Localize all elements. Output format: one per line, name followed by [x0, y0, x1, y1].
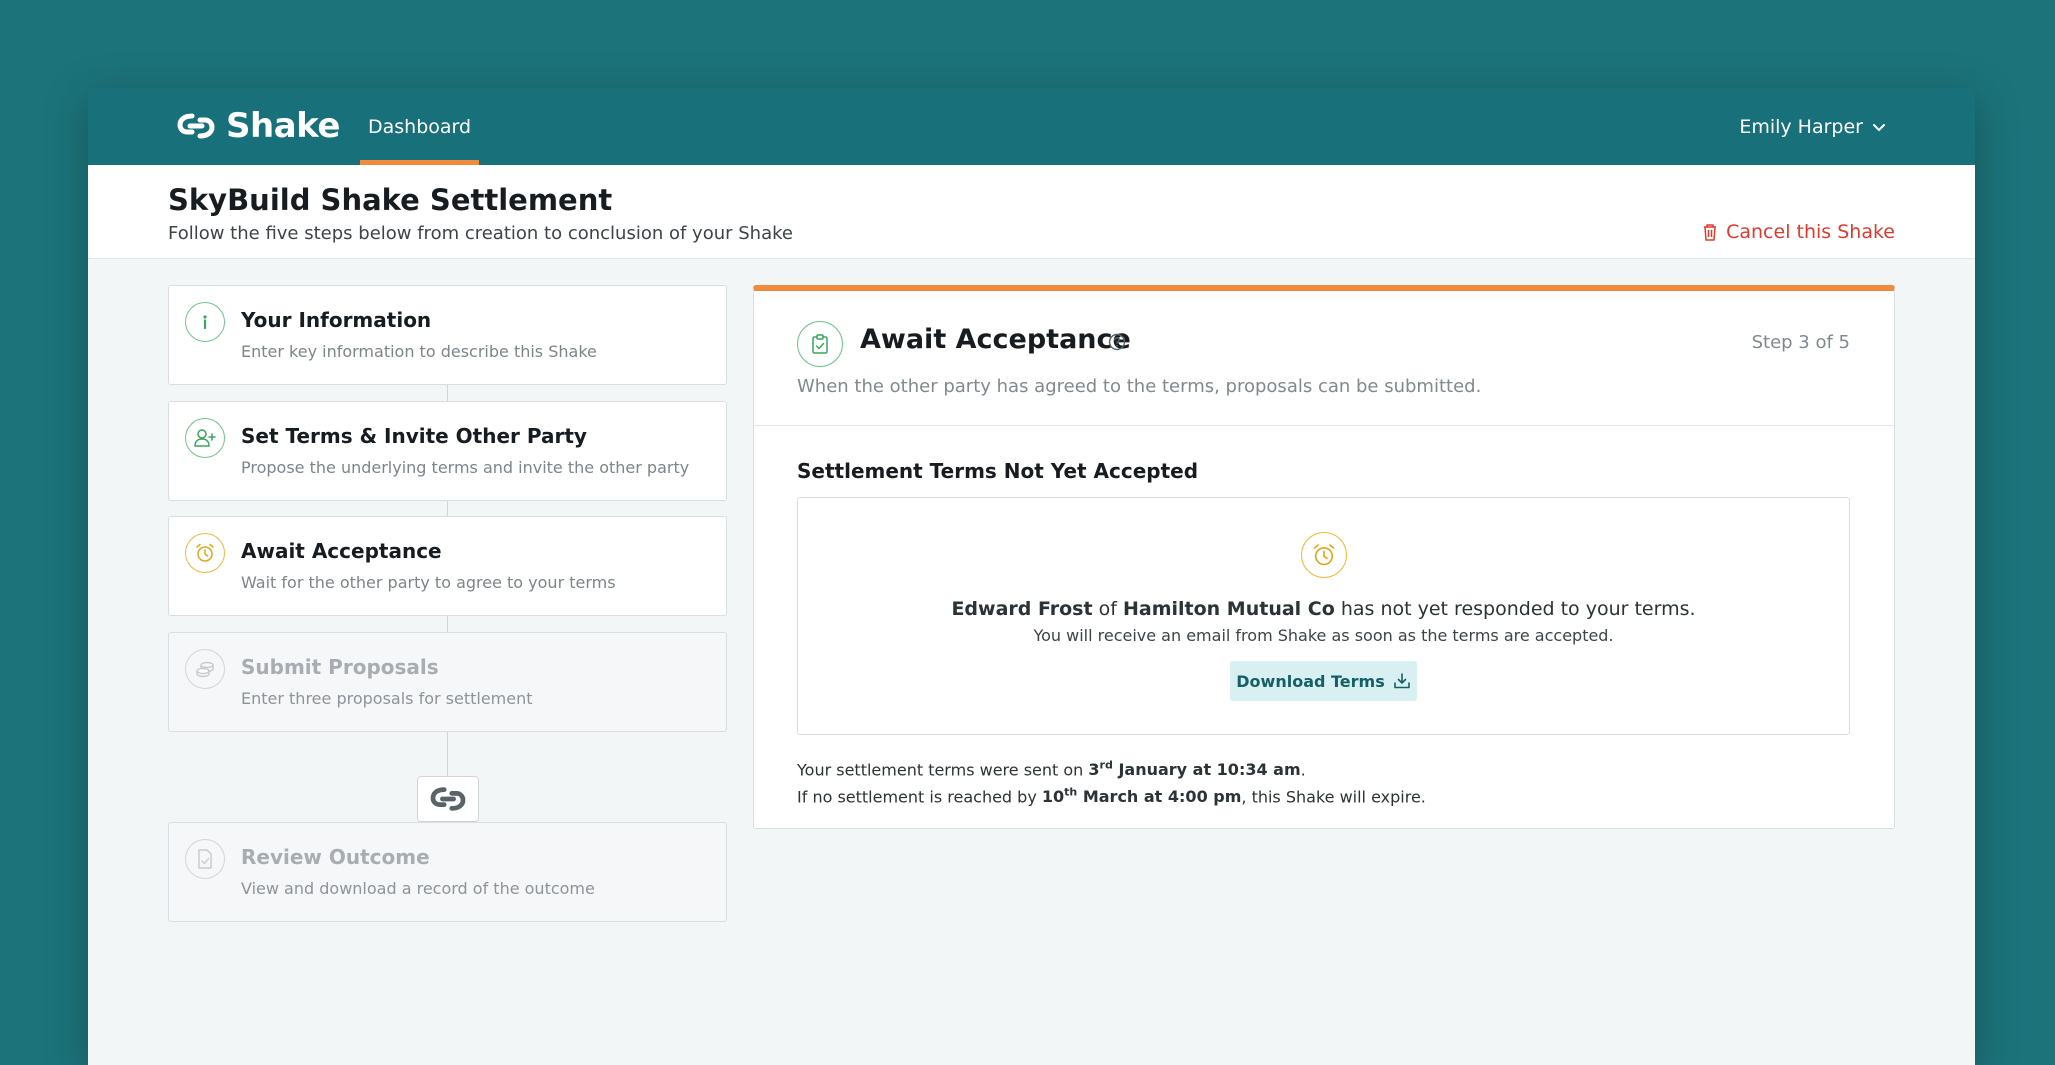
- user-menu[interactable]: Emily Harper: [1739, 88, 1887, 165]
- download-terms-label: Download Terms: [1236, 671, 1385, 691]
- shake-logo-icon: [177, 113, 215, 139]
- step-submit-proposals[interactable]: Submit Proposals Enter three proposals f…: [168, 632, 727, 732]
- logo-text: Shake: [226, 106, 340, 146]
- app-window: Shake Dashboard Emily Harper SkyBuild Sh…: [88, 88, 1975, 1065]
- other-party-name: Edward Frost: [951, 598, 1093, 620]
- panel-title: Await Acceptance: [860, 324, 1131, 355]
- sent-date-rest: January at 10:34 am: [1118, 760, 1301, 780]
- alarm-clock-icon: [1301, 532, 1347, 578]
- section-title: Settlement Terms Not Yet Accepted: [797, 459, 1199, 483]
- sent-date: 3rd January at 10:34 am: [1088, 759, 1301, 780]
- step-title: Submit Proposals: [241, 655, 439, 679]
- download-terms-button[interactable]: Download Terms: [1230, 661, 1417, 701]
- status-card: Edward Frost of Hamilton Mutual Co has n…: [797, 497, 1850, 735]
- step-desc: Propose the underlying terms and invite …: [241, 458, 690, 477]
- user-plus-icon: [185, 418, 225, 458]
- step-title: Await Acceptance: [241, 539, 442, 563]
- step-connector: [447, 385, 448, 401]
- top-navbar: Shake Dashboard Emily Harper: [88, 88, 1975, 165]
- expire-suffix: , this Shake will expire.: [1241, 787, 1426, 807]
- expire-date: 10th March at 4:00 pm: [1041, 786, 1242, 807]
- step-connector: [447, 501, 448, 517]
- step-desc: View and download a record of the outcom…: [241, 879, 595, 898]
- expire-prefix: If no settlement is reached by: [797, 787, 1037, 807]
- nav-dashboard-tab[interactable]: Dashboard: [360, 88, 480, 165]
- step-connector: [447, 616, 448, 632]
- expire-day: 10: [1041, 787, 1065, 807]
- step-desc: Enter three proposals for settlement: [241, 689, 533, 708]
- step-set-terms[interactable]: Set Terms & Invite Other Party Propose t…: [168, 401, 727, 501]
- step-detail-panel: Await Acceptance Step 3 of 5 When the ot…: [753, 285, 1895, 829]
- status-of: of: [1098, 598, 1117, 620]
- sent-prefix: Your settlement terms were sent on: [797, 760, 1084, 780]
- step-desc: Wait for the other party to agree to you…: [241, 573, 616, 592]
- chevron-down-icon: [1873, 123, 1885, 131]
- step-desc: Enter key information to describe this S…: [241, 342, 597, 361]
- status-note: You will receive an email from Shake as …: [1033, 626, 1614, 645]
- step-title: Your Information: [241, 308, 432, 332]
- trash-icon: [1704, 224, 1717, 241]
- page-subtitle: Follow the five steps below from creatio…: [168, 223, 793, 244]
- step-review-outcome[interactable]: Review Outcome View and download a recor…: [168, 822, 727, 922]
- document-check-icon: [185, 839, 225, 879]
- page-header: SkyBuild Shake Settlement Follow the fiv…: [88, 165, 1975, 259]
- status-text: has not yet responded to your terms.: [1340, 598, 1696, 620]
- alarm-clock-icon: [185, 533, 225, 573]
- help-icon[interactable]: [1108, 333, 1126, 355]
- other-party-company: Hamilton Mutual Co: [1122, 598, 1335, 620]
- sent-suffix: .: [1300, 760, 1306, 780]
- status-message: Edward Frost of Hamilton Mutual Co has n…: [798, 598, 1849, 620]
- panel-description: When the other party has agreed to the t…: [797, 376, 1482, 397]
- step-counter: Step 3 of 5: [1751, 332, 1850, 353]
- download-icon: [1393, 673, 1410, 689]
- clipboard-check-icon: [797, 321, 843, 367]
- sent-date-note: Your settlement terms were sent on 3rd J…: [797, 759, 1306, 779]
- expire-day-suffix: th: [1064, 786, 1078, 799]
- sent-day-suffix: rd: [1099, 759, 1113, 772]
- step-title: Review Outcome: [241, 845, 430, 869]
- shake-logo-icon: [417, 776, 479, 822]
- page-title: SkyBuild Shake Settlement: [168, 183, 613, 217]
- sent-day: 3: [1088, 760, 1100, 780]
- info-icon: [185, 302, 225, 342]
- cancel-shake-label: Cancel this Shake: [1726, 221, 1895, 243]
- step-title: Set Terms & Invite Other Party: [241, 424, 587, 448]
- coins-icon: [185, 649, 225, 689]
- expiry-date-note: If no settlement is reached by 10th Marc…: [797, 786, 1426, 806]
- expire-date-rest: March at 4:00 pm: [1082, 787, 1242, 807]
- shake-logo[interactable]: Shake: [176, 106, 340, 146]
- step-your-information[interactable]: Your Information Enter key information t…: [168, 285, 727, 385]
- step-await-acceptance[interactable]: Await Acceptance Wait for the other part…: [168, 516, 727, 616]
- divider: [754, 425, 1894, 426]
- cancel-shake-button[interactable]: Cancel this Shake: [1702, 221, 1895, 243]
- nav-dashboard-label: Dashboard: [368, 115, 472, 138]
- user-name: Emily Harper: [1739, 115, 1863, 138]
